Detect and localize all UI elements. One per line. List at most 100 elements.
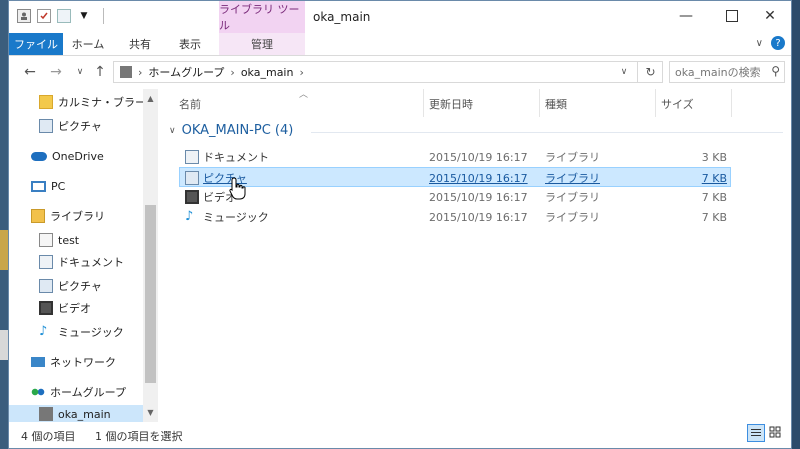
column-separator[interactable] [423,89,424,117]
column-separator[interactable] [731,89,732,117]
nav-item-label: ネットワーク [50,356,116,369]
refresh-button[interactable]: ↻ [637,61,663,83]
nav-item-music[interactable]: ♪ ミュージック [39,321,124,343]
status-bar: 4 個の項目 1 個の項目を選択 [9,422,791,448]
nav-scrollbar[interactable]: ▲ ▼ [143,89,158,422]
properties-icon[interactable] [37,9,51,23]
large-icons-view-button[interactable] [767,424,785,442]
close-button[interactable]: ✕ [747,1,793,31]
ribbon-right-controls: ∨ ? [756,36,785,50]
forward-button[interactable]: → [47,63,65,81]
search-input[interactable]: oka_mainの検索 ⚲ [669,61,785,83]
column-separator[interactable] [539,89,540,117]
nav-item-pictures-quick[interactable]: ピクチャ [39,115,102,137]
nav-item-label: PC [51,179,66,193]
title-bar: ▼ ライブラリ ツール oka_main — ✕ [9,1,791,33]
minimize-button[interactable]: — [663,1,709,31]
address-bar[interactable]: › ホームグループ › oka_main › [113,61,663,83]
customize-qat-icon[interactable]: ▼ [77,9,91,23]
window-title: oka_main [313,10,371,24]
nav-item-label: ピクチャ [58,280,102,293]
tab-manage[interactable]: 管理 [219,33,305,55]
nav-item-videos[interactable]: ビデオ [39,297,91,319]
tab-view[interactable]: 表示 [167,33,213,55]
network-icon [31,357,45,367]
maximize-icon [726,10,738,22]
chevron-down-icon: ∨ [169,125,176,136]
nav-item-onedrive[interactable]: OneDrive [31,145,104,167]
file-row[interactable]: ドキュメント 2015/10/19 16:17 ライブラリ 3 KB [179,147,731,167]
nav-scrollbar-thumb[interactable] [145,205,156,383]
tab-share[interactable]: 共有 [117,33,163,55]
back-button[interactable]: ← [21,63,39,81]
desktop-icon-fragment [0,230,8,270]
tab-home[interactable]: ホーム [65,33,111,55]
file-row-selected[interactable]: ピクチャ 2015/10/19 16:17 ライブラリ 7 KB [179,167,731,187]
search-icon: ⚲ [771,64,780,78]
details-view-button[interactable] [747,424,765,442]
videos-icon [185,190,199,204]
homegroup-icon [31,385,45,399]
folder-icon [39,95,53,109]
user-folder-icon[interactable] [17,9,31,23]
pc-icon [31,180,46,192]
help-icon[interactable]: ? [771,36,785,50]
address-history-dropdown[interactable]: ∨ [613,61,635,83]
nav-item-oka-main[interactable]: oka_main [39,403,111,422]
hand-pointer-cursor-icon [229,177,246,200]
group-divider [311,132,783,133]
file-row[interactable]: ♪ ミュージック 2015/10/19 16:17 ライブラリ 7 KB [179,207,731,227]
column-header-size[interactable]: サイズ [661,93,694,115]
expand-ribbon-icon[interactable]: ∨ [756,38,763,49]
group-title: OKA_MAIN-PC (4) [181,123,294,138]
nav-item-network[interactable]: ネットワーク [31,351,116,373]
column-header-date[interactable]: 更新日時 [429,93,473,115]
nav-item-libraries[interactable]: ライブラリ [31,205,105,227]
breadcrumb-separator: › [299,65,304,79]
breadcrumb-oka-main[interactable]: oka_main [241,66,294,79]
nav-item-label: oka_main [58,407,111,421]
breadcrumb-separator: › [138,65,143,79]
recent-locations-button[interactable]: ∨ [71,63,89,81]
breadcrumb-homegroup[interactable]: ホームグループ [148,64,224,80]
sort-ascending-icon: ︿ [299,90,309,100]
up-button[interactable]: ↑ [91,63,109,81]
music-icon: ♪ [39,324,48,339]
user-location-icon [120,66,132,78]
nav-item-documents[interactable]: ドキュメント [39,251,124,273]
nav-item-label: ホームグループ [50,386,127,399]
file-name-cell: ♪ ミュージック [185,207,269,227]
file-date: 2015/10/19 16:17 [429,190,528,204]
item-count: 4 個の項目 [21,430,76,443]
column-header-name[interactable]: 名前 [179,93,201,115]
nav-item-label: ドキュメント [58,256,124,269]
navigation-pane: カルミナ・ブラーナ ピクチャ OneDrive PC ライブラリ test ドキ… [9,89,157,422]
qat-separator [103,8,104,24]
desktop-background-right [792,0,800,449]
pictures-icon [39,119,53,133]
nav-item-test[interactable]: test [39,229,79,251]
nav-item-pictures[interactable]: ピクチャ [39,275,102,297]
column-separator[interactable] [655,89,656,117]
file-name: ミュージック [203,211,269,224]
explorer-window: ▼ ライブラリ ツール oka_main — ✕ ファイル ホーム 共有 表示 … [8,0,792,449]
forward-arrow-icon: → [50,64,62,80]
videos-icon [39,301,53,315]
pictures-icon [39,279,53,293]
nav-item-homegroup[interactable]: ホームグループ [31,381,126,403]
nav-item-pc[interactable]: PC [31,175,65,197]
file-row[interactable]: ビデオ 2015/10/19 16:17 ライブラリ 7 KB [179,187,731,207]
nav-item-label: ミュージック [58,326,124,339]
group-header[interactable]: ∨ OKA_MAIN-PC (4) [169,123,293,138]
file-name-cell: ドキュメント [185,147,269,167]
scroll-up-icon[interactable]: ▲ [143,91,158,105]
file-size: 7 KB [701,210,727,224]
new-folder-icon[interactable] [57,9,71,23]
nav-item-folder[interactable]: カルミナ・ブラーナ [39,91,157,113]
file-date: 2015/10/19 16:17 [429,210,528,224]
scroll-down-icon[interactable]: ▼ [143,405,158,419]
quick-access-toolbar: ▼ [17,8,104,24]
nav-item-label: OneDrive [52,149,104,163]
column-header-type[interactable]: 種類 [545,93,567,115]
tab-file[interactable]: ファイル [9,33,63,55]
